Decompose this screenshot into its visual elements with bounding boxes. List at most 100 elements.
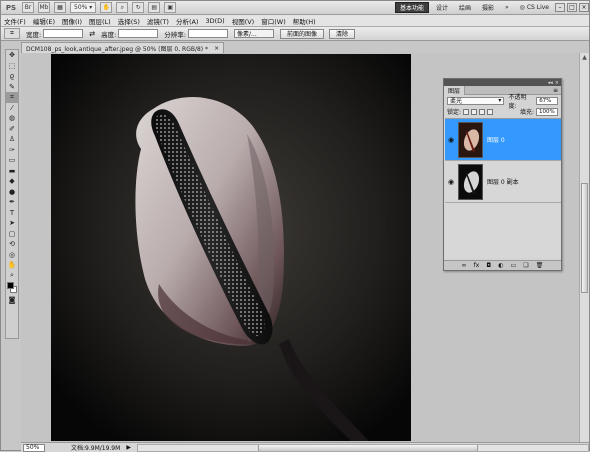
- horizontal-scrollbar[interactable]: [136, 443, 589, 452]
- clear-button[interactable]: 清除: [329, 28, 356, 39]
- mini-bridge-button[interactable]: Mb: [38, 2, 50, 13]
- workspace-essentials[interactable]: 基本功能: [394, 2, 429, 13]
- layer-name[interactable]: 图层 0: [487, 135, 505, 144]
- resolution-unit-select[interactable]: 像素/...: [233, 29, 274, 38]
- vertical-scrollbar[interactable]: ▲: [579, 53, 589, 442]
- zoom-tool-icon[interactable]: ⌕: [6, 271, 18, 282]
- type-tool-icon[interactable]: T: [6, 208, 18, 219]
- color-swatches[interactable]: [6, 281, 18, 295]
- lock-position-icon[interactable]: [479, 108, 486, 115]
- gradient-tool-icon[interactable]: ▬: [6, 166, 18, 177]
- menu-3d[interactable]: 3D(D): [205, 17, 224, 25]
- maximize-icon[interactable]: □: [567, 3, 577, 12]
- layer-list: ◉ 图层 0 ◉ 图层 0 副本: [445, 118, 561, 258]
- status-zoom-input[interactable]: 50%: [23, 443, 45, 452]
- layer-row-0[interactable]: ◉ 图层 0: [445, 119, 561, 161]
- brush-tool-icon[interactable]: ✐: [6, 124, 18, 135]
- zoom-level-value: 50%: [74, 4, 88, 11]
- menu-image[interactable]: 图像(I): [62, 16, 82, 26]
- tab-layers[interactable]: 图层: [444, 85, 466, 95]
- view-extras-icon[interactable]: ▦: [54, 2, 66, 13]
- fill-input[interactable]: 100%: [536, 107, 558, 116]
- document-tab[interactable]: DCM108_ps_look,antique_after.jpeg @ 50% …: [21, 42, 225, 53]
- cs-live-button[interactable]: ◎ CS Live: [516, 2, 553, 13]
- resolution-input[interactable]: [187, 29, 228, 38]
- eraser-tool-icon[interactable]: ▭: [6, 155, 18, 166]
- workspace-design[interactable]: 设计: [432, 2, 452, 13]
- move-tool-icon[interactable]: ✥: [6, 50, 18, 61]
- trash-icon[interactable]: 🗑: [536, 262, 544, 269]
- zoom-tool-icon[interactable]: ⌕: [116, 2, 129, 13]
- path-selection-tool-icon[interactable]: ➤: [6, 218, 18, 229]
- menu-help[interactable]: 帮助(H): [293, 16, 316, 26]
- marquee-tool-icon[interactable]: ⬚: [6, 61, 18, 72]
- pen-tool-icon[interactable]: ✒: [6, 197, 18, 208]
- opacity-input[interactable]: 67%: [536, 96, 558, 105]
- height-input[interactable]: [118, 29, 159, 38]
- more-workspaces-button[interactable]: »: [501, 2, 513, 13]
- menu-select[interactable]: 选择(S): [118, 16, 140, 26]
- lock-all-icon[interactable]: [487, 108, 494, 115]
- mask-icon[interactable]: ◘: [486, 262, 491, 269]
- workspace-painting[interactable]: 绘画: [455, 2, 475, 13]
- zoom-level-select[interactable]: 50% ▾: [70, 2, 97, 13]
- panel-menu-icon[interactable]: ≡: [553, 87, 558, 94]
- layer-row-1[interactable]: ◉ 图层 0 副本: [445, 161, 561, 203]
- minimize-icon[interactable]: –: [555, 3, 565, 12]
- adjustment-icon[interactable]: ◐: [498, 262, 503, 269]
- hand-tool-icon[interactable]: ✋: [100, 2, 113, 13]
- vertical-scroll-thumb[interactable]: [581, 183, 588, 293]
- close-document-icon[interactable]: ×: [214, 45, 219, 52]
- width-input[interactable]: [43, 29, 84, 38]
- screen-mode-icon[interactable]: ▣: [164, 2, 177, 13]
- rotate-view-icon[interactable]: ↻: [132, 2, 145, 13]
- 3d-orbit-tool-icon[interactable]: ◎: [6, 250, 18, 261]
- menu-edit[interactable]: 编辑(E): [33, 16, 55, 26]
- healing-brush-tool-icon[interactable]: ◍: [6, 113, 18, 124]
- new-layer-icon[interactable]: ❏: [523, 262, 528, 269]
- quick-mask-icon[interactable]: ◙: [6, 295, 18, 306]
- layer-thumbnail: [458, 163, 483, 200]
- menu-analysis[interactable]: 分析(A): [176, 16, 199, 26]
- clone-stamp-tool-icon[interactable]: ♙: [6, 134, 18, 145]
- crop-tool-icon[interactable]: ⌗: [6, 92, 18, 103]
- front-image-button[interactable]: 前面的图像: [279, 28, 324, 39]
- workspace-photography[interactable]: 摄影: [478, 2, 498, 13]
- close-panel-icon[interactable]: ×: [555, 80, 559, 86]
- image-canvas[interactable]: [51, 54, 411, 441]
- menu-layer[interactable]: 图层(L): [89, 16, 111, 26]
- dodge-tool-icon[interactable]: ●: [6, 187, 18, 198]
- status-menu-arrow-icon[interactable]: ▶: [126, 444, 131, 451]
- lock-transparent-icon[interactable]: [463, 108, 470, 115]
- menu-view[interactable]: 视图(V): [232, 16, 255, 26]
- group-icon[interactable]: ▭: [511, 262, 517, 269]
- blend-mode-select[interactable]: 柔光 ▾: [447, 96, 505, 105]
- arrange-documents-icon[interactable]: ▤: [148, 2, 161, 13]
- 3d-rotate-tool-icon[interactable]: ⟲: [6, 239, 18, 250]
- menu-filter[interactable]: 滤镜(T): [147, 16, 169, 26]
- menu-window[interactable]: 窗口(W): [261, 16, 286, 26]
- blur-tool-icon[interactable]: ◆: [6, 176, 18, 187]
- close-icon[interactable]: ×: [579, 3, 589, 12]
- scroll-up-icon[interactable]: ▲: [580, 53, 589, 62]
- lock-pixels-icon[interactable]: [471, 108, 478, 115]
- cs-live-label: CS Live: [526, 4, 549, 11]
- layer-name[interactable]: 图层 0 副本: [487, 177, 519, 186]
- history-brush-tool-icon[interactable]: ✑: [6, 145, 18, 156]
- hand-tool-icon[interactable]: ✋: [6, 260, 18, 271]
- bridge-button[interactable]: Br: [22, 2, 34, 13]
- fx-icon[interactable]: fx: [474, 262, 480, 269]
- shape-tool-icon[interactable]: ▢: [6, 229, 18, 240]
- quick-select-tool-icon[interactable]: ✎: [6, 82, 18, 93]
- eyedropper-tool-icon[interactable]: ⁄: [6, 103, 18, 114]
- menu-file[interactable]: 文件(F): [4, 16, 26, 26]
- horizontal-scroll-thumb[interactable]: [257, 444, 478, 451]
- foreground-color-swatch[interactable]: [7, 282, 14, 289]
- visibility-eye-icon[interactable]: ◉: [445, 136, 457, 144]
- visibility-eye-icon[interactable]: ◉: [445, 178, 457, 186]
- crop-tool-preset-icon[interactable]: ⌗: [4, 28, 20, 39]
- swap-dimensions-icon[interactable]: ⇄: [89, 30, 95, 38]
- link-icon[interactable]: ∞: [462, 262, 467, 269]
- collapse-panel-icon[interactable]: ◂◂: [548, 80, 553, 86]
- lasso-tool-icon[interactable]: ϱ: [6, 71, 18, 82]
